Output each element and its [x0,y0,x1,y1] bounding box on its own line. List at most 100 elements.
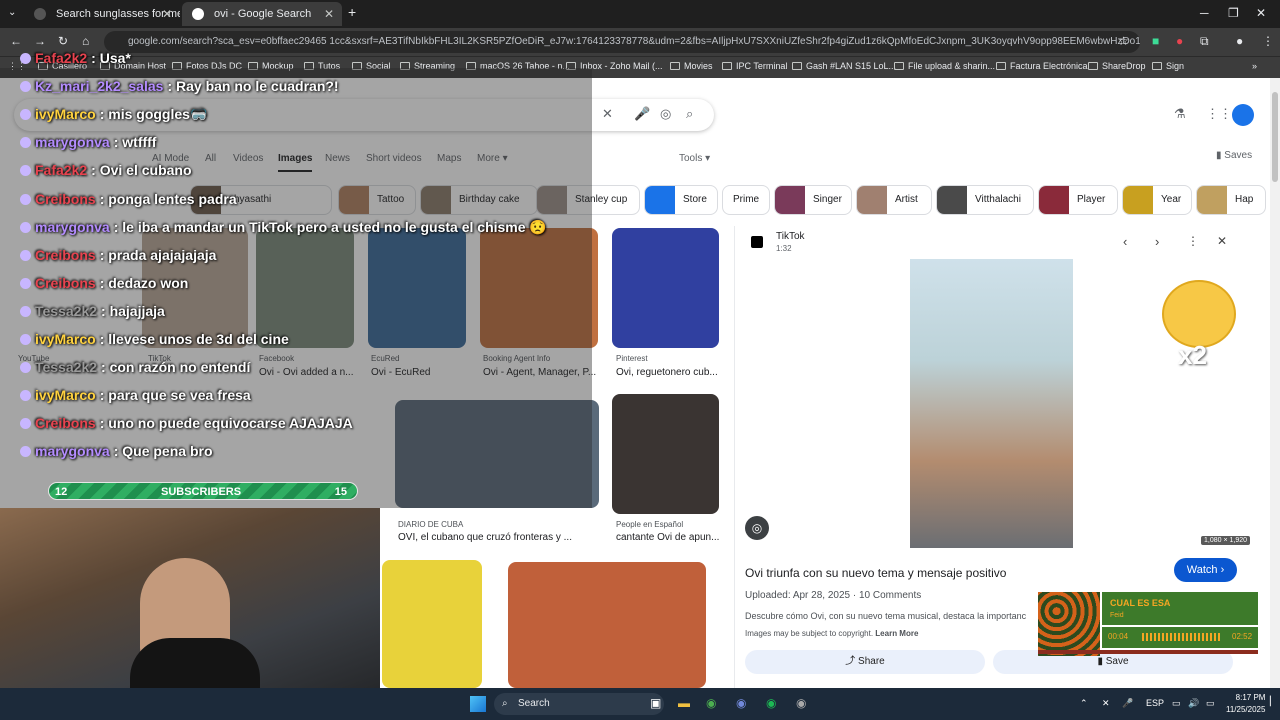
bookmark-item[interactable]: ShareDrop [1088,61,1146,71]
bookmark-item[interactable]: Movies [670,61,713,71]
bookmark-item[interactable]: IPC Terminal [722,61,787,71]
bookmark-star-icon[interactable]: ☆ [1118,34,1129,48]
lens-search-icon[interactable]: ◎ [660,106,671,122]
chat-username[interactable]: Fafa2k2 [35,162,87,178]
image-result[interactable] [508,562,706,688]
volume-icon[interactable]: 🔊 [1188,698,1199,709]
chat-username[interactable]: ivyMarco [35,387,96,403]
file-explorer-icon[interactable]: ▬ [678,696,690,710]
extensions-puzzle-icon[interactable]: ⧉ [1200,34,1209,49]
chat-username[interactable]: Creibons [35,191,96,207]
lens-icon[interactable]: ◎ [745,516,769,540]
chrome-icon[interactable]: ◉ [706,696,716,710]
result-caption[interactable]: OVI, el cubano que cruzó fronteras y ... [398,532,598,543]
chat-username[interactable]: marygonva [35,219,110,235]
previous-icon[interactable]: ‹ [1123,234,1127,249]
chat-username[interactable]: ivyMarco [35,106,96,122]
watch-button[interactable]: Watch › [1174,558,1237,582]
more-bookmarks-icon[interactable]: » [1252,61,1257,71]
obs-icon[interactable]: ◉ [796,696,806,710]
home-icon[interactable]: ⌂ [82,34,89,48]
chat-username[interactable]: ivyMarco [35,331,96,347]
tray-overflow-icon[interactable]: ⌃ [1080,698,1088,709]
image-result[interactable] [612,228,719,348]
close-window-icon[interactable]: ✕ [1256,6,1266,20]
bookmark-item[interactable]: Sign [1152,61,1184,71]
filter-chip[interactable]: Artist [856,185,932,215]
filter-chip[interactable]: Year [1122,185,1192,215]
chat-separator: : [99,246,109,263]
filter-chip[interactable]: Prime [722,185,770,215]
chat-username[interactable]: marygonva [35,134,110,150]
chat-username[interactable]: Creibons [35,415,96,431]
extension-icon[interactable]: ■ [1152,34,1159,48]
profile-avatar[interactable]: ● [1236,34,1243,48]
account-avatar[interactable] [1232,104,1254,126]
minimize-icon[interactable]: ─ [1200,6,1209,20]
labs-flask-icon[interactable]: ⚗ [1174,106,1186,122]
network-icon[interactable]: ✕ [1102,698,1110,709]
reload-icon[interactable]: ↻ [58,34,68,48]
result-caption[interactable]: Ovi, reguetonero cub... [616,367,720,378]
tools-button[interactable]: Tools ▾ [679,153,710,164]
chat-username[interactable]: Tessa2k2 [35,303,97,319]
chat-username[interactable]: marygonva [35,443,110,459]
monitor-icon[interactable]: ▭ [1172,698,1181,709]
chat-username[interactable]: Kz_mari_2k2_salas [35,78,163,94]
forward-icon[interactable]: → [34,34,46,48]
search-icon[interactable]: ⌕ [686,106,693,122]
more-options-icon[interactable]: ⋮ [1187,234,1199,248]
preview-image[interactable] [910,259,1073,548]
share-button[interactable]: ⤴ Share [745,650,985,674]
google-apps-icon[interactable]: ⋮⋮ [1206,106,1232,122]
menu-kebab-icon[interactable]: ⋮ [1262,34,1274,48]
tab-google-search[interactable]: ovi - Google Search ✕ [182,2,342,26]
microphone-icon[interactable]: 🎤 [1122,698,1133,709]
filter-chip[interactable]: Vitthalachi [936,185,1034,215]
filter-chip[interactable]: Singer [774,185,852,215]
page-scrollbar[interactable] [1270,78,1280,688]
image-result[interactable] [382,560,482,688]
notification-icon[interactable]: ▏ [1270,696,1277,707]
windows-start-icon[interactable] [470,696,486,712]
clear-search-icon[interactable]: ✕ [602,106,613,122]
close-panel-icon[interactable]: ✕ [1217,234,1227,248]
chat-username[interactable]: Creibons [35,275,96,291]
extension-icon[interactable]: ● [1176,34,1183,48]
panel-source[interactable]: TikTok [776,231,805,242]
bookmark-item[interactable]: Factura Electrónica [996,61,1088,71]
address-bar[interactable]: google.com/search?sca_esv=e0bffaec29465 … [104,31,1140,53]
close-tab-icon[interactable]: ✕ [162,2,172,26]
chat-username[interactable]: Creibons [35,247,96,263]
next-icon[interactable]: › [1155,234,1159,249]
result-caption[interactable]: cantante Ovi de apun... [616,532,720,543]
voice-search-icon[interactable]: 🎤 [634,106,650,122]
bookmark-item[interactable]: File upload & sharin... [894,61,995,71]
spotify-icon[interactable]: ◉ [766,696,776,710]
back-icon[interactable]: ← [10,34,22,48]
panel-duration: 1:32 [776,244,792,253]
taskbar-search[interactable]: ⌕ Search [494,693,664,715]
bookmark-item[interactable]: Gash #LAN S15 LoL... [792,61,896,71]
subscriber-goal: 15 [334,486,347,498]
image-result[interactable] [612,394,719,514]
panel-title[interactable]: Ovi triunfa con su nuevo tema y mensaje … [745,566,1006,580]
system-clock[interactable]: 8:17 PM 11/25/2025 [1226,692,1265,716]
maximize-icon[interactable]: ❐ [1228,6,1239,20]
battery-icon[interactable]: ▭ [1206,698,1215,709]
close-tab-icon[interactable]: ✕ [324,2,334,26]
chat-username[interactable]: Tessa2k2 [35,359,97,375]
scrollbar-thumb[interactable] [1272,92,1278,182]
tab-search-icon[interactable]: ⌄ [8,7,16,18]
tab-sunglasses[interactable]: Search sunglasses for men | SH ✕ [24,2,180,26]
learn-more-link[interactable]: Learn More [875,629,918,638]
task-view-icon[interactable]: ▣ [650,696,661,710]
discord-icon[interactable]: ◉ [736,696,746,710]
new-tab-button[interactable]: + [348,4,356,20]
filter-chip[interactable]: Hap [1196,185,1266,215]
chat-username[interactable]: Fafa2k2 [35,50,87,66]
filter-chip[interactable]: Player [1038,185,1118,215]
saves-button[interactable]: ▮ Saves [1216,150,1252,161]
filter-chip[interactable]: Store [644,185,718,215]
language-indicator[interactable]: ESP [1146,698,1164,708]
